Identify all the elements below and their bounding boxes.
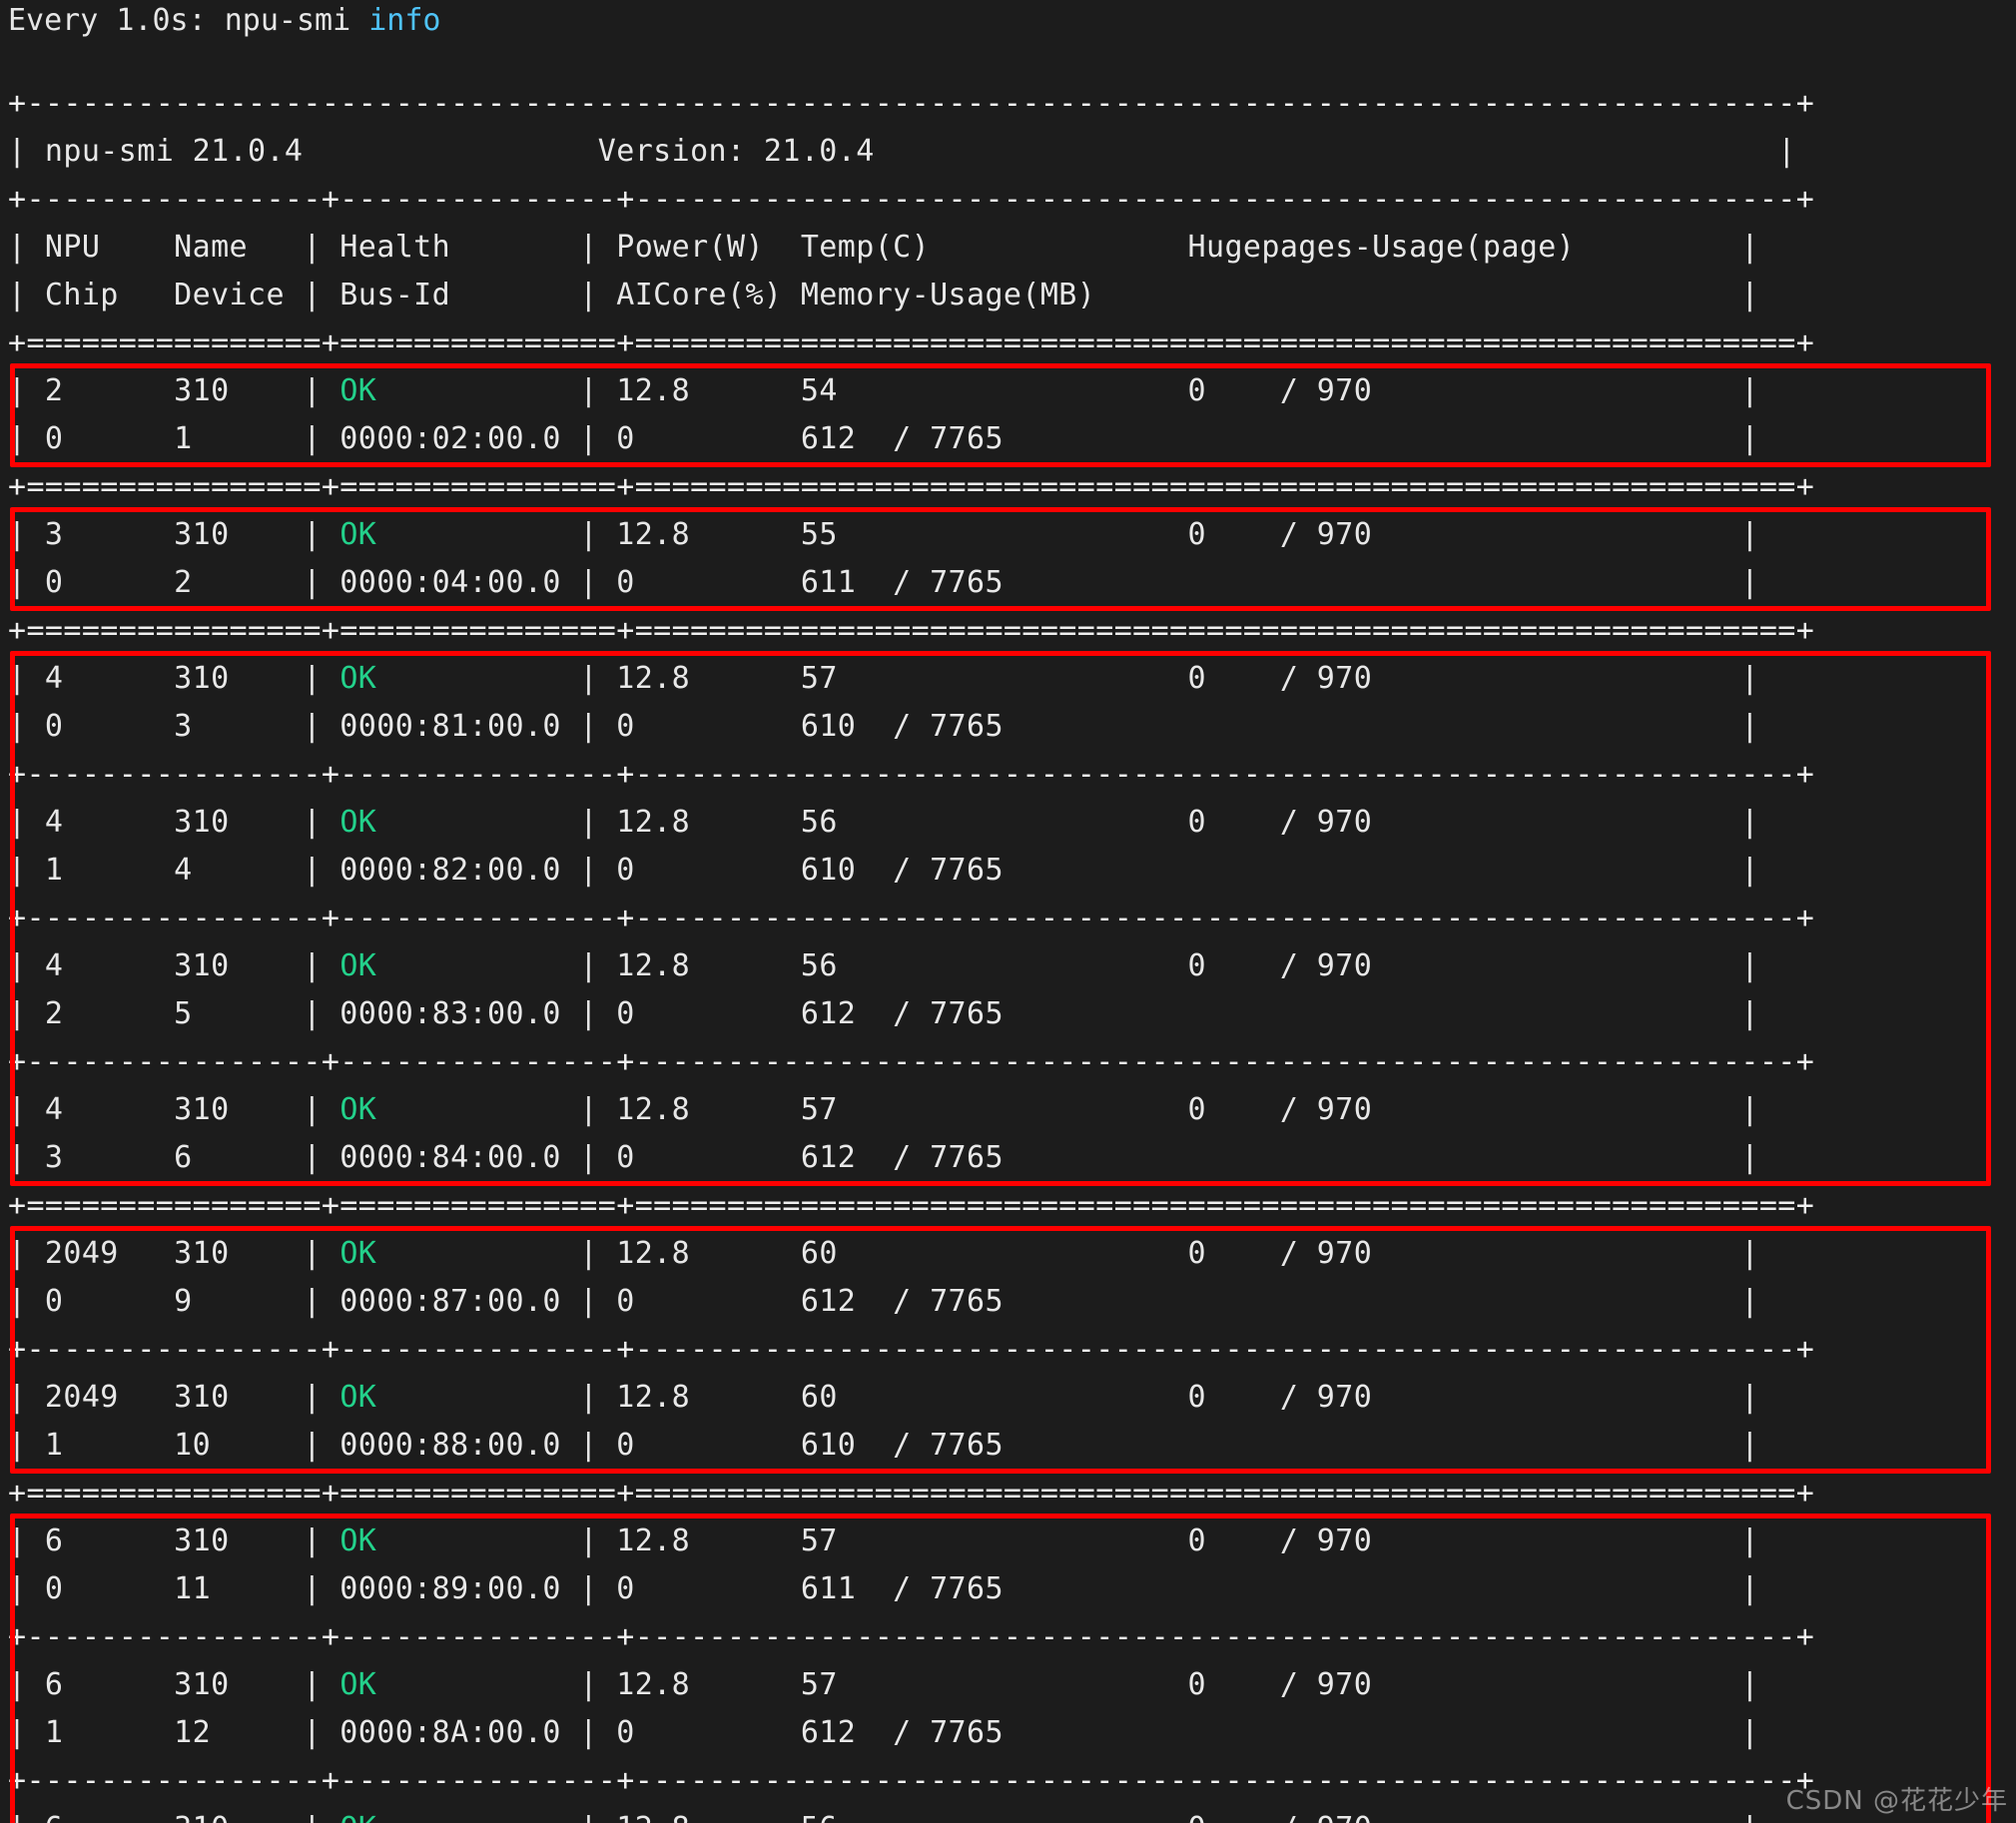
table-row: | 2 5 | 0000:83:00.0 | 0 612 / 7765 | — [8, 990, 1814, 1038]
health-status-ok: OK — [339, 1811, 376, 1823]
table-row: | 0 3 | 0000:81:00.0 | 0 610 / 7765 | — [8, 703, 1814, 751]
table-row: | 0 2 | 0000:04:00.0 | 0 611 / 7765 | — [8, 559, 1814, 607]
table-row: | 6 310 | OK | 12.8 57 0 / 970 | — [8, 1661, 1814, 1709]
table-separator-line: +----------------+---------------+------… — [8, 176, 1814, 224]
table-header-line: | NPU Name | Health | Power(W) Temp(C) H… — [8, 224, 1814, 272]
table-row: | 3 310 | OK | 12.8 55 0 / 970 | — [8, 511, 1814, 559]
health-status-ok: OK — [339, 1380, 376, 1415]
table-row: | 6 310 | OK | 12.8 57 0 / 970 | — [8, 1518, 1814, 1565]
watch-prefix-text: Every 1.0s: npu-smi — [8, 3, 368, 38]
health-status-ok: OK — [339, 1523, 376, 1558]
table-separator-line: +----------------+---------------+------… — [8, 751, 1814, 799]
table-row: | 2049 310 | OK | 12.8 60 0 / 970 | — [8, 1230, 1814, 1278]
table-row: | 0 11 | 0000:89:00.0 | 0 611 / 7765 | — [8, 1565, 1814, 1613]
terminal-screen: Every 1.0s: npu-smi info +--------------… — [0, 0, 2016, 1823]
table-header-line: | Chip Device | Bus-Id | AICore(%) Memor… — [8, 272, 1814, 319]
table-row: | 3 6 | 0000:84:00.0 | 0 612 / 7765 | — [8, 1134, 1814, 1182]
health-status-ok: OK — [339, 1667, 376, 1702]
table-row: | 1 12 | 0000:8A:00.0 | 0 612 / 7765 | — [8, 1709, 1814, 1757]
table-row: | 4 310 | OK | 12.8 57 0 / 970 | — [8, 655, 1814, 703]
table-separator-line: +================+===============+======… — [8, 1182, 1814, 1230]
table-separator-line: +================+===============+======… — [8, 607, 1814, 655]
health-status-ok: OK — [339, 948, 376, 983]
table-header-line: | npu-smi 21.0.4 Version: 21.0.4 | — [8, 128, 1814, 176]
health-status-ok: OK — [339, 373, 376, 408]
table-separator-line: +================+===============+======… — [8, 319, 1814, 367]
table-row: | 2 310 | OK | 12.8 54 0 / 970 | — [8, 367, 1814, 415]
health-status-ok: OK — [339, 1092, 376, 1127]
table-separator-line: +----------------+---------------+------… — [8, 1326, 1814, 1374]
csdn-watermark: CSDN @花花少年 — [1786, 1780, 2008, 1817]
table-separator-line: +----------------+---------------+------… — [8, 1038, 1814, 1086]
table-row: | 4 310 | OK | 12.8 56 0 / 970 | — [8, 799, 1814, 847]
table-row: | 0 1 | 0000:02:00.0 | 0 612 / 7765 | — [8, 415, 1814, 463]
table-row: | 1 10 | 0000:88:00.0 | 0 610 / 7765 | — [8, 1422, 1814, 1470]
table-row: | 1 4 | 0000:82:00.0 | 0 610 / 7765 | — [8, 847, 1814, 895]
health-status-ok: OK — [339, 1236, 376, 1271]
table-separator-line: +================+===============+======… — [8, 1470, 1814, 1518]
table-separator-line: +----------------+---------------+------… — [8, 1757, 1814, 1805]
table-row: | 0 9 | 0000:87:00.0 | 0 612 / 7765 | — [8, 1278, 1814, 1326]
table-separator-line: +================+===============+======… — [8, 463, 1814, 511]
health-status-ok: OK — [339, 517, 376, 552]
health-status-ok: OK — [339, 805, 376, 840]
table-row: | 2049 310 | OK | 12.8 60 0 / 970 | — [8, 1374, 1814, 1422]
health-status-ok: OK — [339, 661, 376, 696]
watch-command-arg: info — [368, 3, 440, 38]
table-separator-line: +---------------------------------------… — [8, 80, 1814, 128]
table-row: | 6 310 | OK | 12.8 56 0 / 970 | — [8, 1805, 1814, 1823]
table-row: | 4 310 | OK | 12.8 56 0 / 970 | — [8, 942, 1814, 990]
table-row: | 4 310 | OK | 12.8 57 0 / 970 | — [8, 1086, 1814, 1134]
npu-smi-table: +---------------------------------------… — [8, 80, 1814, 1823]
table-separator-line: +----------------+---------------+------… — [8, 895, 1814, 942]
table-separator-line: +----------------+---------------+------… — [8, 1613, 1814, 1661]
watch-status-line: Every 1.0s: npu-smi info — [8, 2, 440, 40]
